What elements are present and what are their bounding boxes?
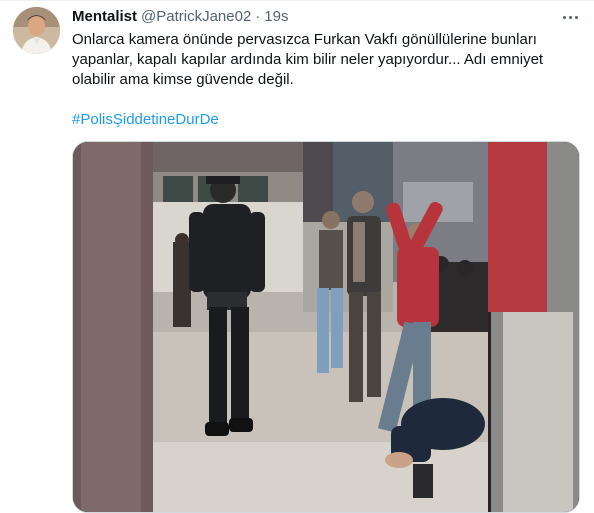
separator-dot: · bbox=[255, 8, 261, 25]
user-handle[interactable]: @PatrickJane02 bbox=[141, 7, 251, 27]
display-name[interactable]: Mentalist bbox=[72, 7, 137, 27]
tweet-text: Onlarca kamera önünde pervasızca Furkan … bbox=[72, 31, 544, 88]
avatar-image bbox=[13, 7, 60, 54]
more-horizontal-icon[interactable] bbox=[560, 7, 580, 27]
tweet-header: Mentalist @PatrickJane02 · 19s bbox=[72, 3, 580, 31]
hashtag-link[interactable]: #PolisŞiddetineDurDe bbox=[72, 110, 219, 130]
tweet-media-video[interactable] bbox=[72, 141, 580, 513]
tweet[interactable]: Mentalist @PatrickJane02 · 19s Onlarca k… bbox=[0, 0, 594, 513]
avatar[interactable] bbox=[13, 7, 60, 54]
timestamp[interactable]: 19s bbox=[264, 7, 288, 27]
video-frame bbox=[73, 142, 579, 512]
